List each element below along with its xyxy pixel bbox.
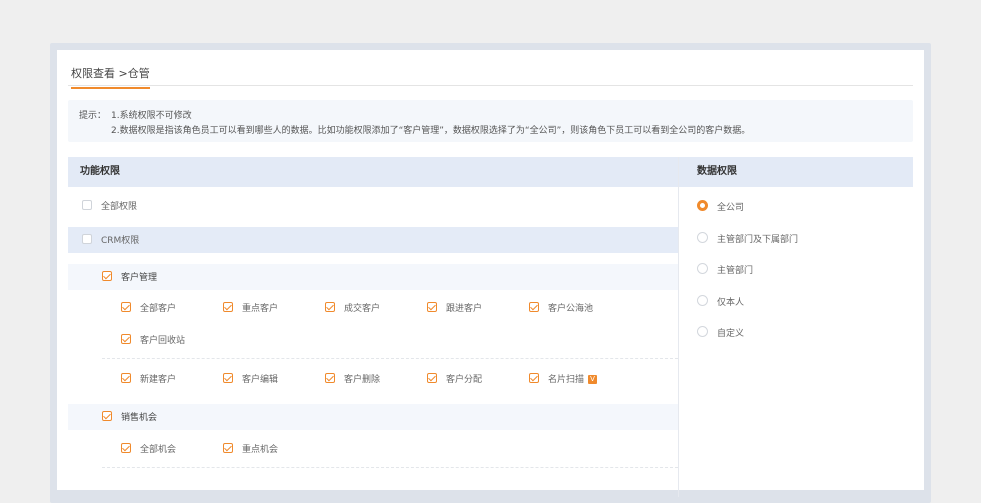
data-option-managed-dept[interactable]: 主管部门: [697, 262, 897, 276]
perm-deal-customers-checkbox[interactable]: [325, 302, 335, 312]
group-customer-management-checkbox[interactable]: [102, 271, 112, 281]
perm-assign-customer-checkbox[interactable]: [427, 373, 437, 383]
tip-line-2: 2.数据权限是指该角色员工可以看到哪些人的数据。比如功能权限添加了“客户管理”，…: [111, 126, 751, 136]
data-option-self-only[interactable]: 仅本人: [697, 294, 897, 308]
perm-followup-customers-checkbox[interactable]: [427, 302, 437, 312]
perm-customer-pool-checkbox[interactable]: [529, 302, 539, 312]
permission-card: 权限查看 >仓管 提示： 1.系统权限不可修改 2.数据权限是指该角色员工可以看…: [57, 50, 924, 497]
perm-customer-recycle-bin-label: 客户回收站: [140, 336, 186, 346]
data-option-dept-and-sub-label: 主管部门及下属部门: [717, 235, 799, 245]
data-option-whole-company-label: 全公司: [717, 203, 745, 213]
tip-box: 提示： 1.系统权限不可修改 2.数据权限是指该角色员工可以看到哪些人的数据。比…: [68, 100, 913, 142]
perm-delete-customer-checkbox[interactable]: [325, 373, 335, 383]
radio-dept-and-sub[interactable]: [697, 232, 708, 243]
vip-badge-icon: V: [588, 375, 598, 384]
perm-delete-customer-label: 客户删除: [344, 375, 381, 385]
radio-managed-dept[interactable]: [697, 263, 708, 274]
radio-custom[interactable]: [697, 326, 708, 337]
group-sales-opportunity-checkbox[interactable]: [102, 411, 112, 421]
group-row-customer-management: 客户管理: [68, 264, 678, 290]
perm-key-opportunities-checkbox[interactable]: [223, 443, 233, 453]
group-sales-opportunity-label: 销售机会: [121, 413, 158, 423]
perm-customer-pool-label: 客户公海池: [548, 304, 594, 314]
perm-deal-customers-label: 成交客户: [344, 304, 381, 314]
perm-assign-customer-label: 客户分配: [446, 375, 483, 385]
perm-new-customer-checkbox[interactable]: [121, 373, 131, 383]
perm-key-opportunities-label: 重点机会: [242, 445, 279, 455]
data-option-whole-company[interactable]: 全公司: [697, 199, 897, 213]
group-customer-management-label: 客户管理: [121, 273, 158, 283]
radio-whole-company[interactable]: [697, 200, 708, 211]
function-permission-title: 功能权限: [68, 157, 678, 187]
tab-permission-view[interactable]: 权限查看 >仓管: [71, 65, 150, 89]
perm-customer-recycle-bin-checkbox[interactable]: [121, 334, 131, 344]
all-permission-label: 全部权限: [101, 202, 138, 212]
perm-card-scan-label: 名片扫描 V: [548, 372, 598, 385]
data-permission-panel: 数据权限 全公司 主管部门及下属部门 主管部门 仅本人 自定义: [679, 157, 913, 497]
crm-permission-checkbox[interactable]: [82, 234, 92, 244]
perm-new-customer-label: 新建客户: [140, 375, 177, 385]
tip-line-1: 1.系统权限不可修改: [111, 111, 192, 121]
radio-self-only[interactable]: [697, 295, 708, 306]
crm-permission-row: CRM权限: [68, 227, 678, 253]
perm-edit-customer-label: 客户编辑: [242, 375, 279, 385]
data-option-custom-label: 自定义: [717, 329, 745, 339]
data-option-custom[interactable]: 自定义: [697, 325, 897, 339]
group-row-sales-opportunity: 销售机会: [68, 404, 678, 430]
tab-bar: 权限查看 >仓管: [68, 50, 913, 89]
perm-followup-customers-label: 跟进客户: [446, 304, 483, 314]
perm-key-customers-checkbox[interactable]: [223, 302, 233, 312]
perm-card-scan-checkbox[interactable]: [529, 373, 539, 383]
tip-prefix: 提示：: [79, 111, 107, 121]
all-permission-row: 全部权限: [68, 193, 678, 219]
data-option-self-only-label: 仅本人: [717, 298, 745, 308]
function-permission-panel: 功能权限 全部权限 CRM权限 客户管理 全部客户 重点客户 成交客户 跟进客户…: [68, 157, 679, 497]
perm-all-opportunities-checkbox[interactable]: [121, 443, 131, 453]
perm-all-opportunities-label: 全部机会: [140, 445, 177, 455]
data-permission-title: 数据权限: [679, 157, 913, 187]
divider: [102, 358, 678, 359]
perm-all-customers-label: 全部客户: [140, 304, 177, 314]
perm-card-scan-text: 名片扫描: [548, 375, 585, 385]
crm-permission-label: CRM权限: [101, 236, 140, 246]
all-permission-checkbox[interactable]: [82, 200, 92, 210]
perm-all-customers-checkbox[interactable]: [121, 302, 131, 312]
data-option-managed-dept-label: 主管部门: [717, 266, 754, 276]
data-option-dept-and-sub[interactable]: 主管部门及下属部门: [697, 231, 897, 245]
perm-key-customers-label: 重点客户: [242, 304, 279, 314]
perm-edit-customer-checkbox[interactable]: [223, 373, 233, 383]
divider: [102, 467, 678, 468]
